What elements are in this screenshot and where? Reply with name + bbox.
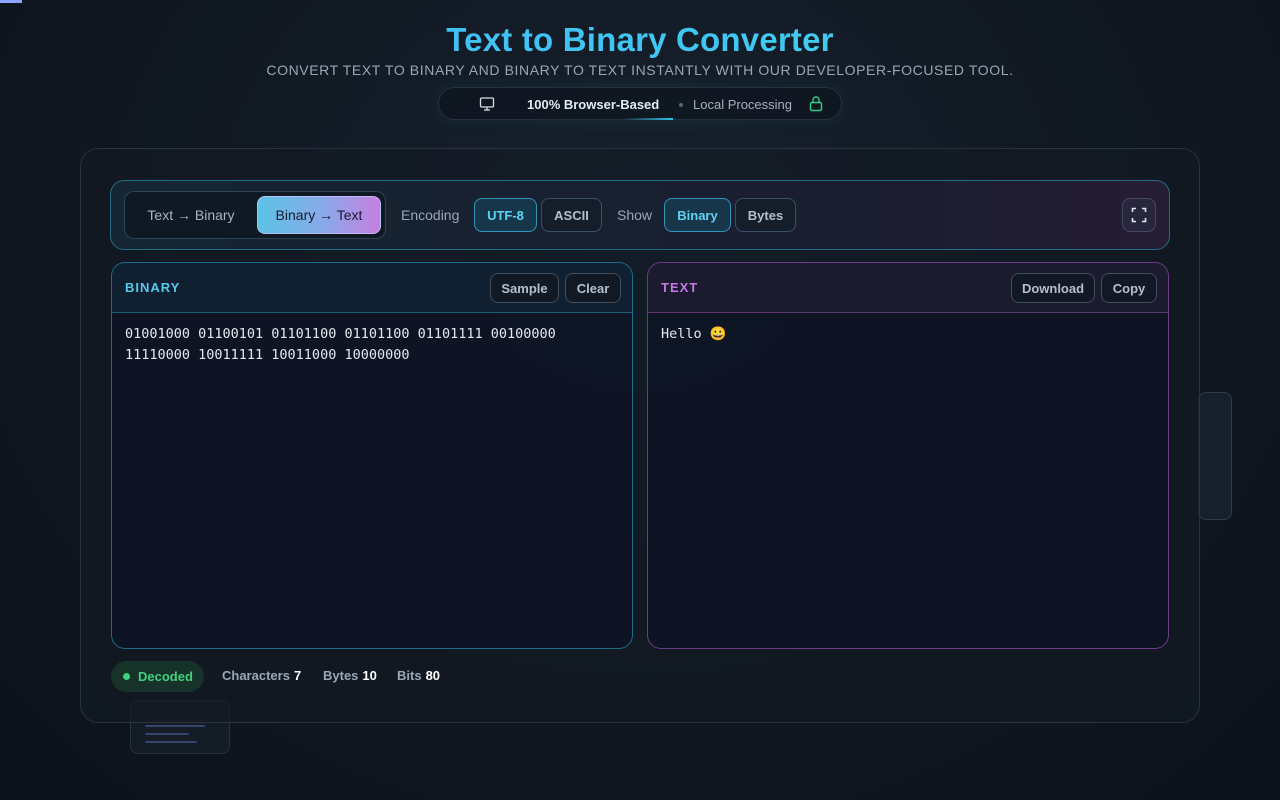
encoding-label: Encoding bbox=[401, 207, 460, 223]
corner-accent bbox=[0, 0, 22, 3]
characters-label: Characters bbox=[222, 668, 290, 683]
binary-pane-header: BINARY Sample Clear bbox=[112, 263, 632, 313]
binary-pane: BINARY Sample Clear 01001000 01100101 01… bbox=[111, 262, 633, 649]
encoding-ascii-button[interactable]: ASCII bbox=[541, 198, 602, 232]
page-subtitle: Convert text to binary and binary to tex… bbox=[266, 62, 1014, 78]
text-pane-header: TEXT Download Copy bbox=[648, 263, 1168, 313]
page-header: Text to Binary Converter Convert text to… bbox=[0, 20, 1280, 78]
decorative-card bbox=[1198, 392, 1232, 520]
sample-button[interactable]: Sample bbox=[490, 273, 559, 303]
characters-count: 7 bbox=[293, 668, 302, 683]
status-dot-icon bbox=[123, 673, 130, 680]
monitor-icon bbox=[479, 97, 495, 111]
show-bytes-button[interactable]: Bytes bbox=[735, 198, 796, 232]
status-label: Decoded bbox=[138, 669, 193, 684]
mode-binary-to-text-button[interactable]: Binary → Text bbox=[257, 196, 381, 234]
show-label: Show bbox=[617, 207, 653, 223]
text-output[interactable]: Hello 😀 bbox=[661, 324, 1151, 345]
separator-dot bbox=[679, 103, 683, 107]
bits-stat: Bits 80 bbox=[397, 668, 440, 683]
expand-icon bbox=[1131, 207, 1147, 223]
text-pane-title: TEXT bbox=[661, 280, 699, 295]
download-button[interactable]: Download bbox=[1011, 273, 1095, 303]
binary-pane-title: BINARY bbox=[125, 280, 181, 295]
bits-label: Bits bbox=[397, 668, 422, 683]
browser-based-label: 100% Browser-Based bbox=[527, 97, 660, 112]
bytes-label: Bytes bbox=[323, 668, 359, 683]
feature-badge: 100% Browser-Based Local Processing bbox=[438, 87, 842, 120]
bytes-count: 10 bbox=[362, 668, 377, 683]
bytes-stat: Bytes 10 bbox=[323, 668, 377, 683]
status-badge: Decoded bbox=[111, 661, 204, 692]
characters-stat: Characters 7 bbox=[222, 668, 301, 683]
local-processing-label: Local Processing bbox=[693, 97, 792, 112]
text-pane: TEXT Download Copy Hello 😀 bbox=[647, 262, 1169, 649]
mode-text-to-binary-button[interactable]: Text → Binary bbox=[132, 197, 250, 233]
bits-count: 80 bbox=[425, 668, 441, 683]
encoding-utf8-button[interactable]: UTF-8 bbox=[474, 198, 537, 232]
badge-accent-line bbox=[623, 118, 673, 120]
lock-icon bbox=[809, 96, 823, 112]
binary-input[interactable]: 01001000 01100101 01101100 01101100 0110… bbox=[125, 324, 615, 366]
show-binary-button[interactable]: Binary bbox=[664, 198, 731, 232]
clear-button[interactable]: Clear bbox=[565, 273, 621, 303]
copy-button[interactable]: Copy bbox=[1101, 273, 1157, 303]
page-title: Text to Binary Converter bbox=[0, 20, 1280, 60]
fullscreen-button[interactable] bbox=[1122, 198, 1156, 232]
